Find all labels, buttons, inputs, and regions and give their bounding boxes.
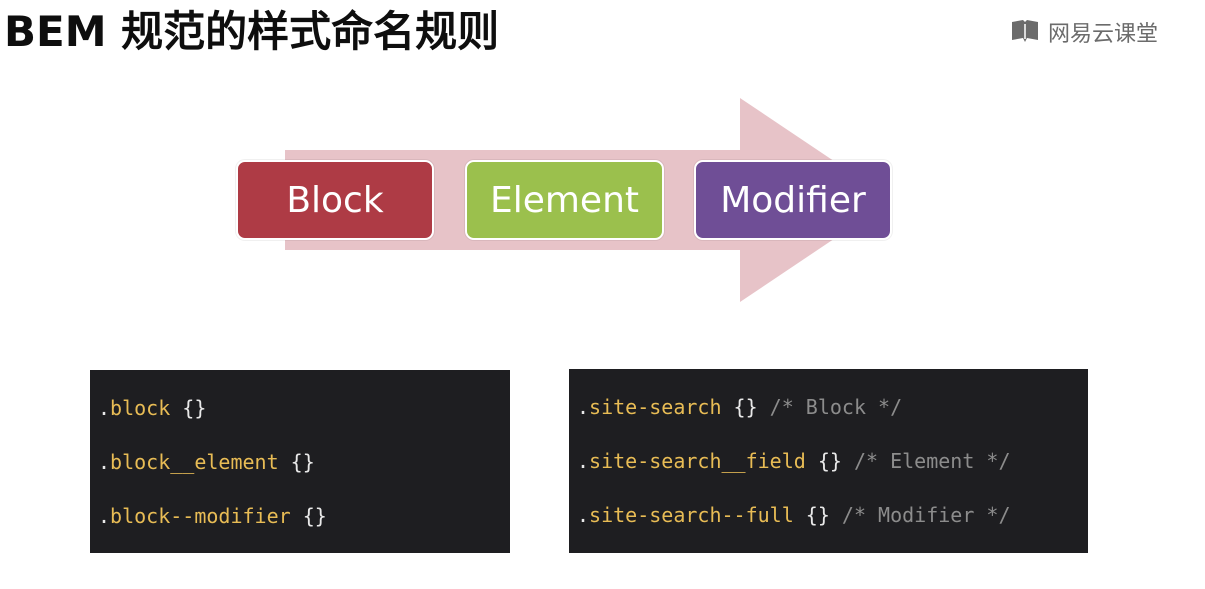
code-selector: block__element bbox=[110, 450, 279, 474]
slide: BEM 规范的样式命名规则 网易云课堂 Block Element Modifi… bbox=[0, 0, 1205, 589]
code-braces: {} bbox=[290, 504, 327, 528]
code-selector: site-search bbox=[589, 395, 722, 419]
element-box: Element bbox=[465, 160, 664, 240]
code-selector: site-search__field bbox=[589, 449, 806, 473]
code-block-example: .site-search {} /* Block */ .site-search… bbox=[569, 369, 1088, 553]
code-line: .block--modifier {} bbox=[90, 498, 510, 552]
code-dot: . bbox=[577, 395, 590, 419]
code-dot: . bbox=[98, 450, 111, 474]
code-braces: {} bbox=[170, 396, 207, 420]
code-braces: {} bbox=[793, 503, 842, 527]
modifier-box: Modifier bbox=[694, 160, 892, 240]
code-line: .site-search__field {} /* Element */ bbox=[569, 443, 1088, 497]
code-braces: {} bbox=[805, 449, 854, 473]
modifier-label: Modifier bbox=[720, 179, 866, 221]
code-line: .site-search--full {} /* Modifier */ bbox=[569, 497, 1088, 551]
code-braces: {} bbox=[278, 450, 315, 474]
block-label: Block bbox=[286, 179, 384, 221]
code-braces: {} bbox=[721, 395, 770, 419]
code-selector: site-search--full bbox=[589, 503, 794, 527]
code-comment: /* Element */ bbox=[853, 449, 1011, 473]
code-block-generic: .block {} .block__element {} .block--mod… bbox=[90, 370, 510, 553]
code-dot: . bbox=[98, 504, 111, 528]
code-selector: block bbox=[110, 396, 171, 420]
code-comment: /* Block */ bbox=[769, 395, 903, 419]
code-selector: block--modifier bbox=[110, 504, 291, 528]
code-line: .block {} bbox=[90, 390, 510, 444]
code-line: .block__element {} bbox=[90, 444, 510, 498]
code-line: .site-search {} /* Block */ bbox=[569, 389, 1088, 443]
code-comment: /* Modifier */ bbox=[841, 503, 1011, 527]
code-dot: . bbox=[98, 396, 111, 420]
element-label: Element bbox=[489, 179, 640, 221]
block-box: Block bbox=[236, 160, 434, 240]
code-dot: . bbox=[577, 503, 590, 527]
code-dot: . bbox=[577, 449, 590, 473]
